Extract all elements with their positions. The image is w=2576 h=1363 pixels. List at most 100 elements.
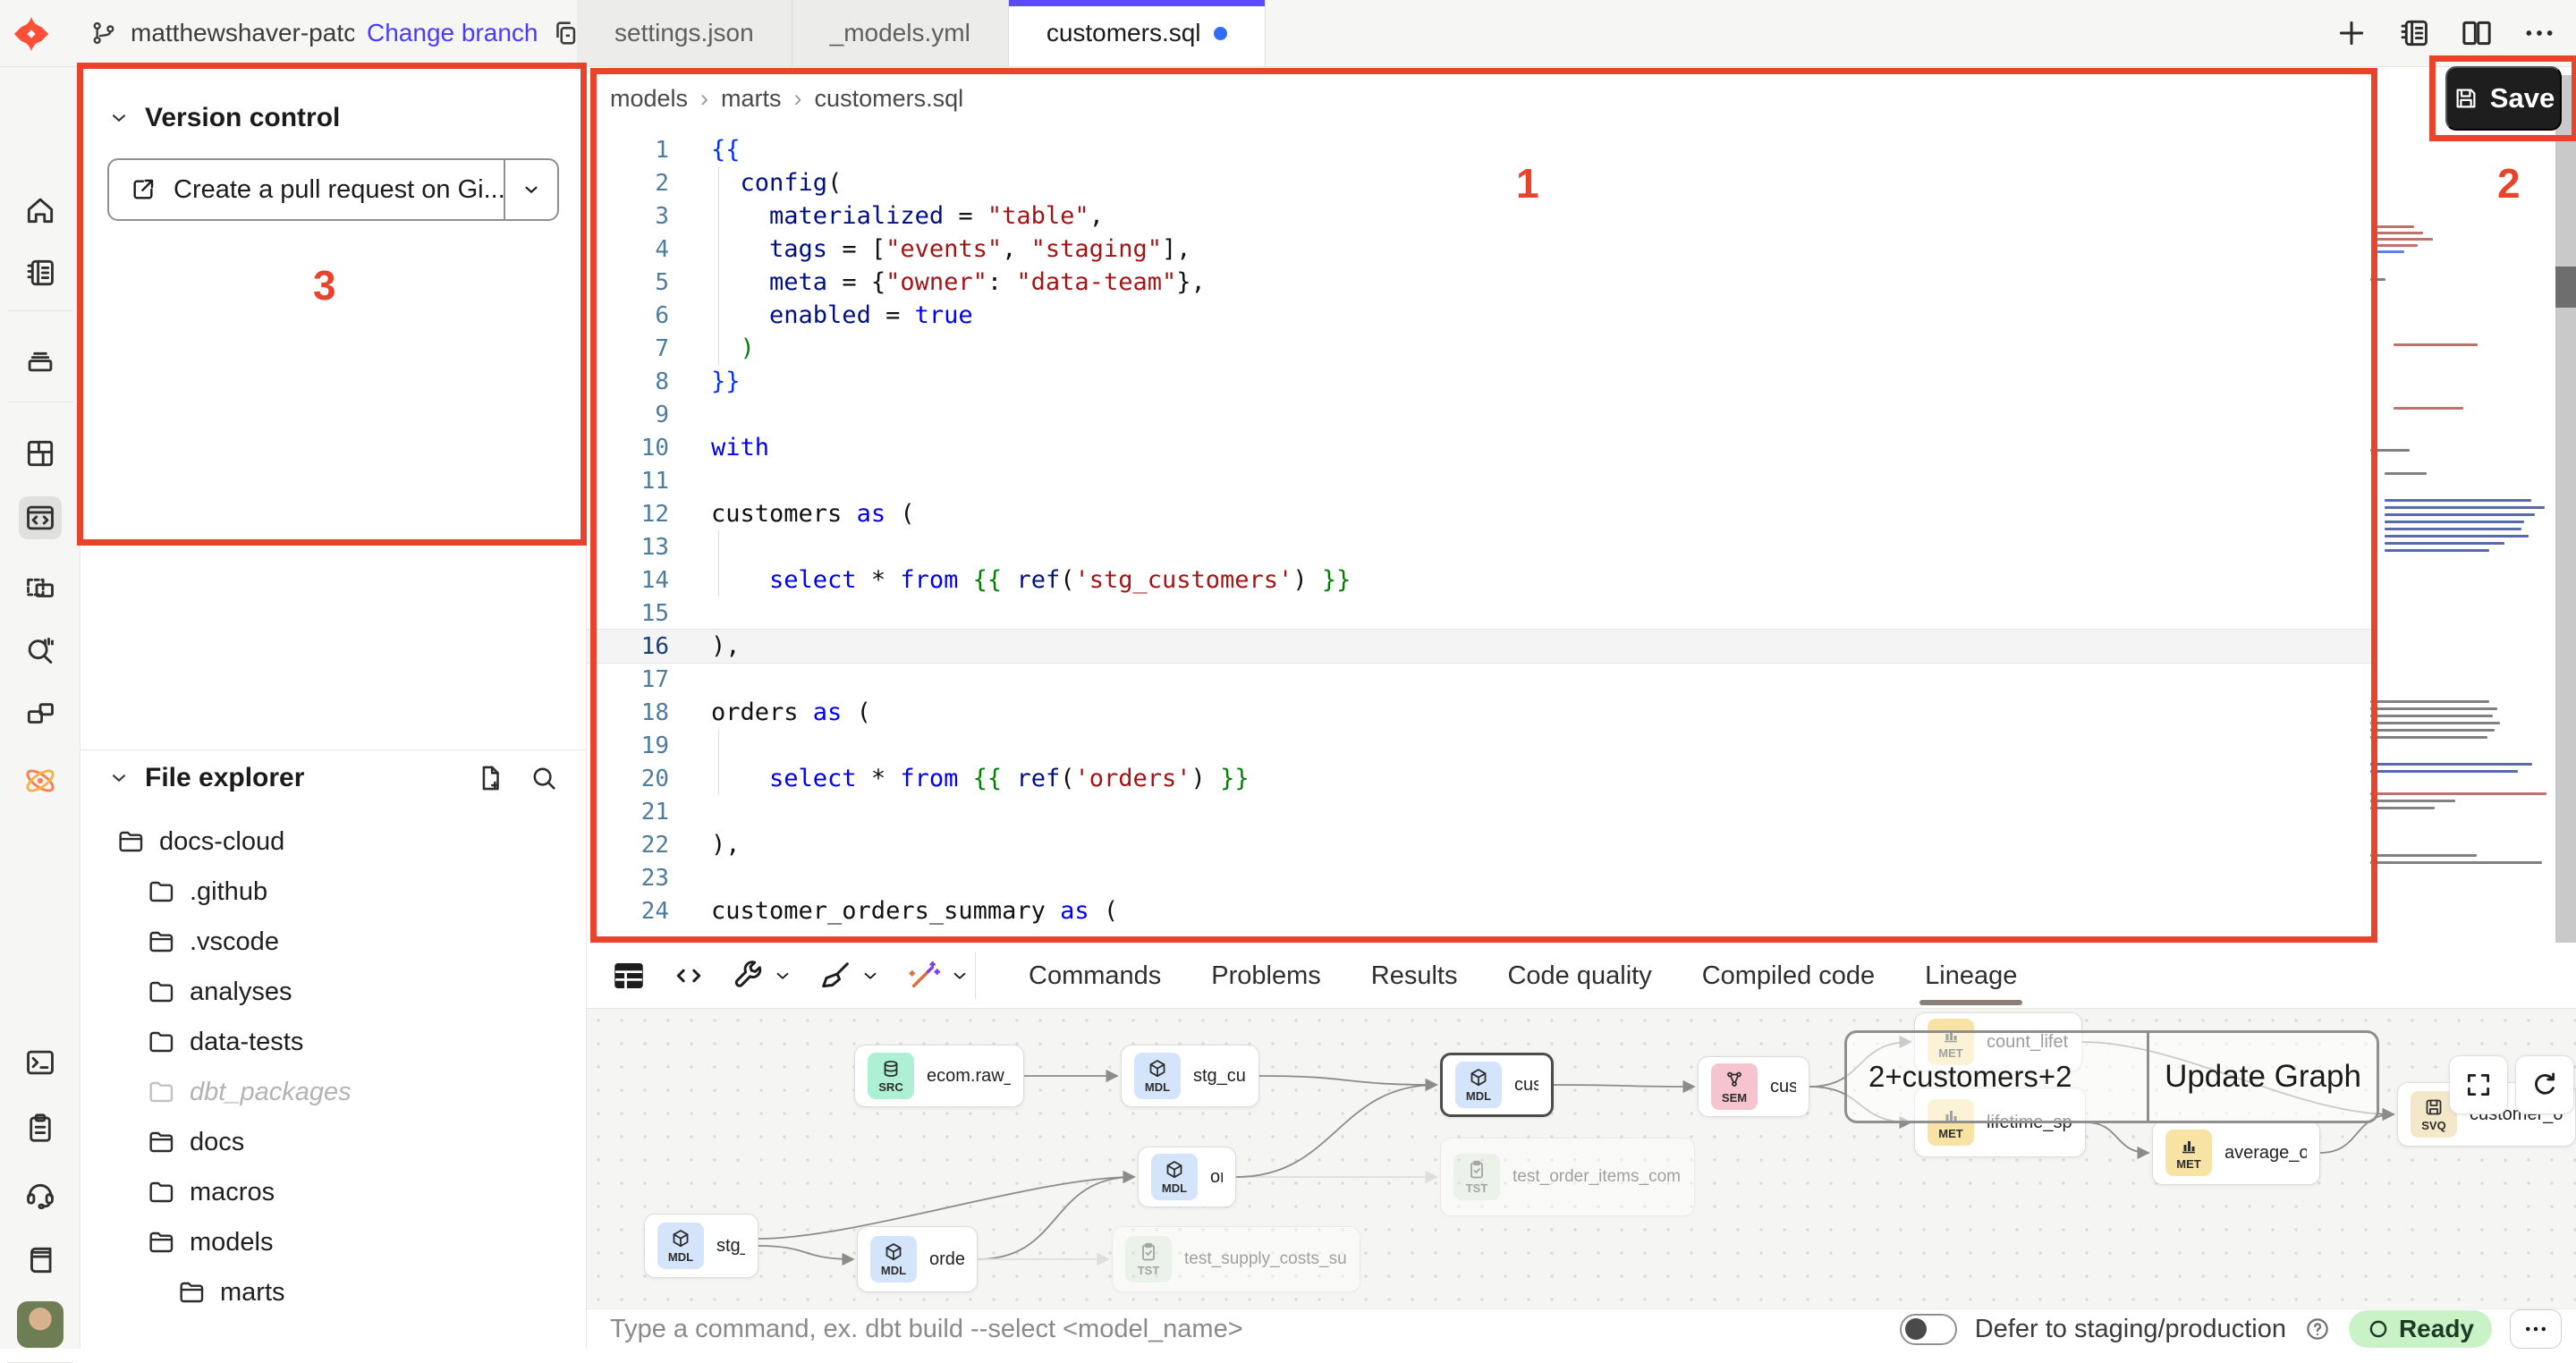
lineage-node-stg_orders[interactable]: MDLstg_orders [644, 1214, 758, 1278]
magic-pen-icon[interactable] [905, 957, 971, 995]
lineage-node-customers_mdl[interactable]: MDLcustomers [1440, 1053, 1554, 1117]
rail-divider [7, 310, 73, 311]
code-text: customer_orders_summary as ( [669, 897, 1118, 925]
explorer-folder-macros[interactable]: macros [80, 1167, 587, 1217]
rail-terminal-icon[interactable] [19, 1041, 62, 1084]
rail-windows-icon[interactable] [19, 692, 62, 735]
graph-selector-input[interactable]: 2+customers+2 [1847, 1033, 2149, 1121]
code-icon[interactable] [671, 958, 707, 994]
search-icon[interactable] [529, 763, 559, 793]
file-explorer-header[interactable]: File explorer [107, 763, 304, 793]
minimap-line [2385, 499, 2531, 502]
lineage-node-test_bools[interactable]: TSTtest_order_items_compute_to_bools_cor… [1440, 1138, 1695, 1216]
lineage-node-raw_customers[interactable]: SRCecom.raw_customers [854, 1045, 1024, 1107]
rail-stack-icon[interactable] [19, 338, 62, 381]
editor-scrollbar[interactable] [2555, 75, 2576, 943]
split-view-icon[interactable] [2456, 13, 2497, 54]
wrench-icon[interactable] [730, 958, 794, 994]
more-options-button[interactable] [2510, 1309, 2562, 1349]
panel-tab-problems[interactable]: Problems [1211, 943, 1321, 1009]
explorer-folder-.github[interactable]: .github [80, 867, 587, 917]
explorer-folder-dbt_packages[interactable]: dbt_packages [80, 1067, 587, 1117]
status-badge-ready: Ready [2349, 1310, 2492, 1348]
save-button[interactable]: Save [2445, 66, 2562, 131]
node-label: order_items [929, 1249, 964, 1270]
code-line-24: 24customer_orders_summary as ( [587, 894, 2376, 927]
explorer-folder-docs-cloud[interactable]: docs-cloud [80, 817, 587, 867]
change-branch-link[interactable]: Change branch [367, 19, 538, 47]
breadcrumb-marts[interactable]: marts [721, 85, 782, 113]
minimap-line [2385, 513, 2535, 516]
rail-code-editor-icon[interactable] [19, 496, 62, 539]
dbt-logo-icon [11, 13, 52, 55]
pr-dropdown-button[interactable] [504, 160, 557, 219]
rail-atom-icon[interactable] [19, 759, 62, 802]
tab-label: _models.yml [830, 19, 970, 47]
scrollbar-handle[interactable] [2555, 267, 2576, 308]
panel-tab-code-quality[interactable]: Code quality [1507, 943, 1651, 1009]
new-file-icon[interactable] [475, 763, 505, 793]
explorer-folder-data-tests[interactable]: data-tests [80, 1017, 587, 1067]
code-line-23: 23 [587, 861, 2376, 894]
explorer-folder-models[interactable]: models [80, 1217, 587, 1267]
lineage-node-stg_customers[interactable]: MDLstg_customers [1121, 1045, 1259, 1107]
help-icon[interactable] [2304, 1316, 2331, 1342]
code-editor[interactable]: models › marts › customers.sql 1{{2 conf… [587, 67, 2576, 943]
version-control-header[interactable]: Version control [107, 103, 340, 133]
user-avatar[interactable] [17, 1301, 64, 1348]
test-icon: TST [1125, 1236, 1172, 1283]
rail-grid-icon[interactable] [19, 432, 62, 475]
editor-minimap[interactable] [2370, 75, 2549, 934]
rail-book-icon[interactable] [19, 1239, 62, 1282]
lineage-node-average_order_value[interactable]: METaverage_order_value [2152, 1121, 2320, 1185]
panel-tab-results[interactable]: Results [1371, 943, 1458, 1009]
breadcrumb-file[interactable]: customers.sql [815, 85, 964, 113]
notebook-icon[interactable] [2394, 13, 2435, 54]
code-lines[interactable]: 1{{2 config(3 materialized = "table",4 t… [587, 133, 2376, 927]
explorer-folder-analyses[interactable]: analyses [80, 967, 587, 1017]
editor-tab-customers.sql[interactable]: customers.sql [1009, 0, 1266, 66]
rail-canvas-icon[interactable] [19, 566, 62, 609]
lineage-node-customers_sem[interactable]: SEMcustomers [1698, 1056, 1809, 1117]
explorer-folder-marts[interactable]: marts [80, 1267, 587, 1317]
code-text: meta = {"owner": "data-team"}, [669, 268, 1206, 296]
create-pr-button[interactable]: Create a pull request on Gi... [107, 158, 559, 221]
code-text: orders as ( [669, 698, 871, 726]
update-graph-button[interactable]: Update Graph [2149, 1033, 2377, 1121]
minimap-line [2385, 506, 2545, 509]
editor-tab-_models.yml[interactable]: _models.yml [792, 0, 1009, 66]
plus-icon[interactable] [2331, 13, 2372, 54]
chevron-down-icon[interactable] [948, 964, 971, 987]
rail-insights-icon[interactable] [19, 629, 62, 672]
more-horizontal-icon[interactable] [2519, 13, 2560, 54]
rail-home-icon[interactable] [19, 189, 62, 232]
broom-icon[interactable] [818, 958, 882, 994]
folder-label: analyses [190, 978, 292, 1007]
rail-headset-icon[interactable] [19, 1172, 62, 1215]
refresh-icon[interactable] [2515, 1055, 2574, 1114]
editor-tab-settings.json[interactable]: settings.json [577, 0, 792, 66]
left-panel: Version control Create a pull request on… [80, 67, 587, 1349]
chevron-down-icon[interactable] [859, 964, 882, 987]
panel-tab-lineage[interactable]: Lineage [1925, 943, 2017, 1009]
panel-tab-commands[interactable]: Commands [1029, 943, 1161, 1009]
breadcrumb-models[interactable]: models [610, 85, 688, 113]
code-text: ), [669, 831, 741, 859]
lineage-canvas[interactable]: 2+customers+2 Update Graph SRCecom.raw_c… [587, 1009, 2576, 1308]
fullscreen-icon[interactable] [2449, 1055, 2508, 1114]
rail-notebook-icon[interactable] [19, 251, 62, 294]
lineage-node-test_supply[interactable]: TST test_supply_costs_sum_correctly [1112, 1226, 1360, 1292]
defer-toggle[interactable] [1900, 1314, 1957, 1345]
explorer-folder-.vscode[interactable]: .vscode [80, 917, 587, 967]
chevron-down-icon[interactable] [771, 964, 794, 987]
explorer-folder-docs[interactable]: docs [80, 1117, 587, 1167]
rail-clipboard-icon[interactable] [19, 1106, 62, 1149]
code-line-12: 12customers as ( [587, 497, 2376, 530]
panel-tab-compiled-code[interactable]: Compiled code [1702, 943, 1875, 1009]
table-preview-icon[interactable] [610, 957, 648, 995]
lineage-node-orders[interactable]: MDLorders [1138, 1147, 1236, 1207]
command-input[interactable]: Type a command, ex. dbt build --select <… [610, 1315, 1900, 1344]
lineage-node-order_items[interactable]: MDLorder_items [857, 1226, 978, 1292]
node-label: test_supply_costs_sum_correctly [1184, 1249, 1347, 1269]
bottom-toolbar: Commands Problems Results Code quality Compi… [587, 943, 2576, 1009]
